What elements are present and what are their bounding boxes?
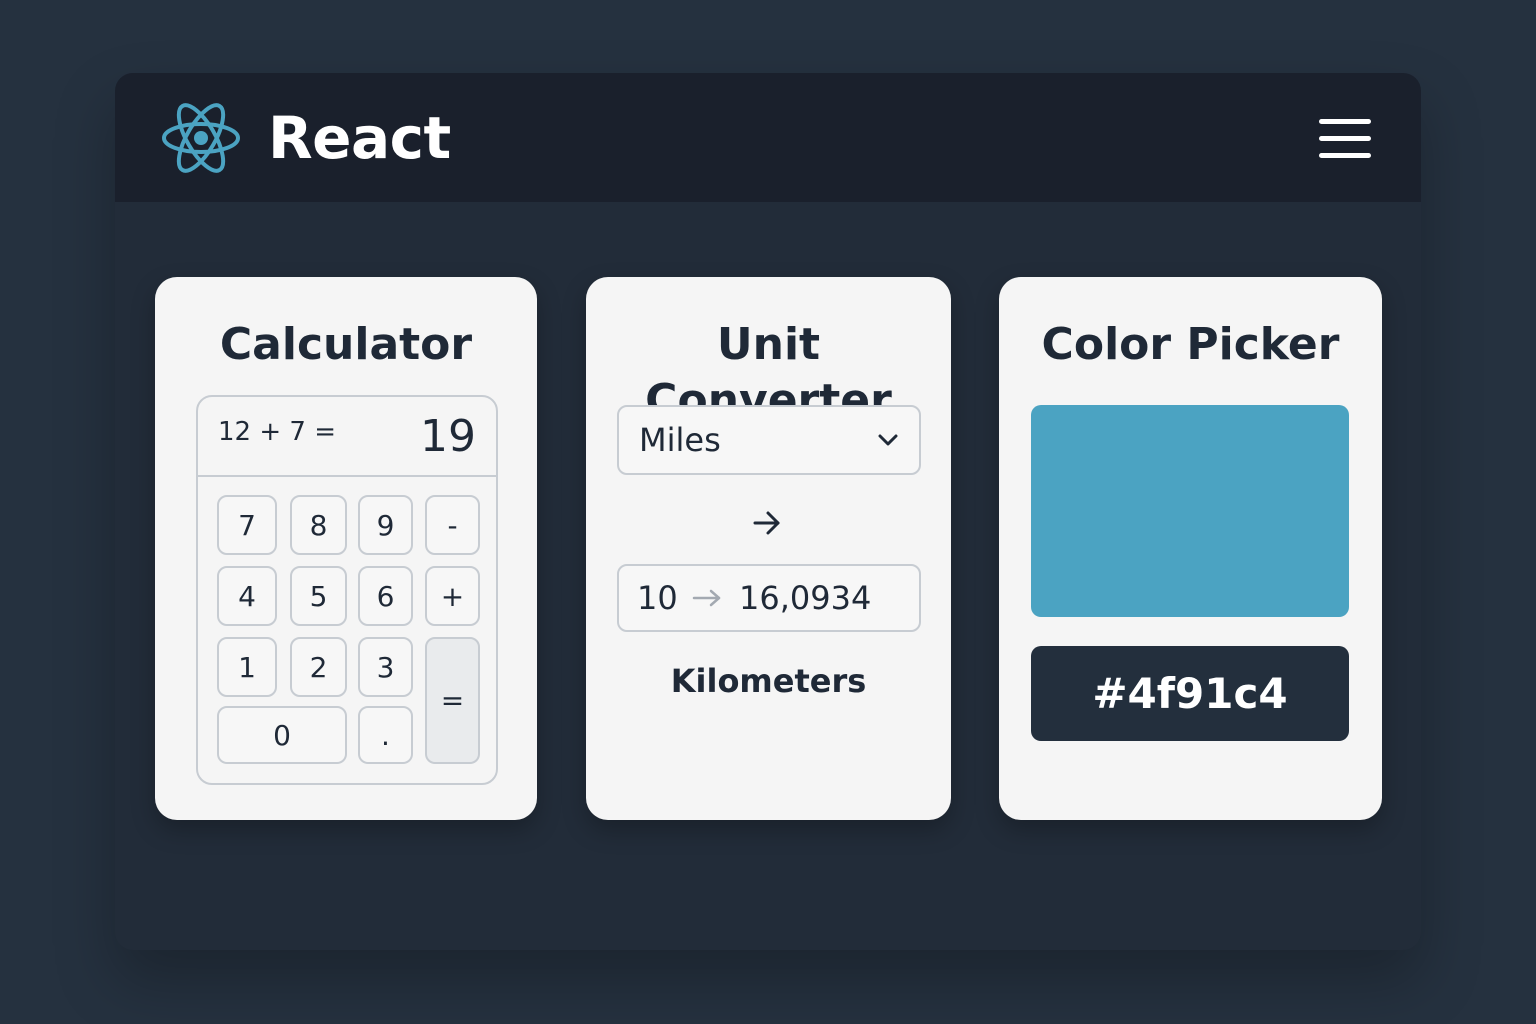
calculator-result: 19 bbox=[420, 411, 476, 462]
hamburger-menu-icon[interactable] bbox=[1317, 113, 1373, 163]
app-window: React Calculator 12 + 7 = 19 7 8 9 - 4 5… bbox=[115, 73, 1421, 950]
output-value: 16,0934 bbox=[739, 579, 872, 617]
react-atom-icon bbox=[162, 103, 240, 173]
calculator-display: 12 + 7 = 19 bbox=[198, 397, 496, 477]
arrow-right-icon bbox=[753, 511, 780, 535]
color-picker-card: Color Picker #4f91c4 bbox=[999, 277, 1382, 820]
calculator-card: Calculator 12 + 7 = 19 7 8 9 - 4 5 6 + 1… bbox=[155, 277, 537, 820]
chevron-down-icon bbox=[878, 434, 898, 446]
key-equals[interactable]: = bbox=[425, 637, 480, 764]
key-9[interactable]: 9 bbox=[358, 495, 413, 555]
color-swatch[interactable] bbox=[1031, 405, 1349, 617]
color-picker-title: Color Picker bbox=[1041, 319, 1340, 370]
calculator-body: 12 + 7 = 19 7 8 9 - 4 5 6 + 1 2 3 = 0 . bbox=[196, 395, 498, 785]
conversion-result-field[interactable]: 10 16,0934 bbox=[617, 564, 921, 632]
key-3[interactable]: 3 bbox=[358, 637, 413, 697]
key-plus[interactable]: + bbox=[425, 566, 480, 626]
unit-converter-card: Unit Converter Miles 10 16,0934 Kilomete… bbox=[586, 277, 951, 820]
key-decimal[interactable]: . bbox=[358, 706, 413, 764]
key-minus[interactable]: - bbox=[425, 495, 480, 555]
brand-title: React bbox=[268, 104, 451, 172]
key-1[interactable]: 1 bbox=[217, 637, 277, 697]
key-7[interactable]: 7 bbox=[217, 495, 277, 555]
arrow-right-icon bbox=[692, 589, 721, 607]
from-unit-select[interactable]: Miles bbox=[617, 405, 921, 475]
key-5[interactable]: 5 bbox=[290, 566, 347, 626]
calculator-expression: 12 + 7 = bbox=[218, 417, 336, 447]
key-8[interactable]: 8 bbox=[290, 495, 347, 555]
key-2[interactable]: 2 bbox=[290, 637, 347, 697]
app-header: React bbox=[115, 73, 1421, 202]
from-unit-value: Miles bbox=[639, 421, 721, 459]
calculator-title: Calculator bbox=[219, 319, 473, 370]
to-unit-label: Kilometers bbox=[670, 662, 867, 700]
key-6[interactable]: 6 bbox=[358, 566, 413, 626]
input-value: 10 bbox=[637, 579, 678, 617]
key-4[interactable]: 4 bbox=[217, 566, 277, 626]
hex-value-display[interactable]: #4f91c4 bbox=[1031, 646, 1349, 741]
key-0[interactable]: 0 bbox=[217, 706, 347, 764]
